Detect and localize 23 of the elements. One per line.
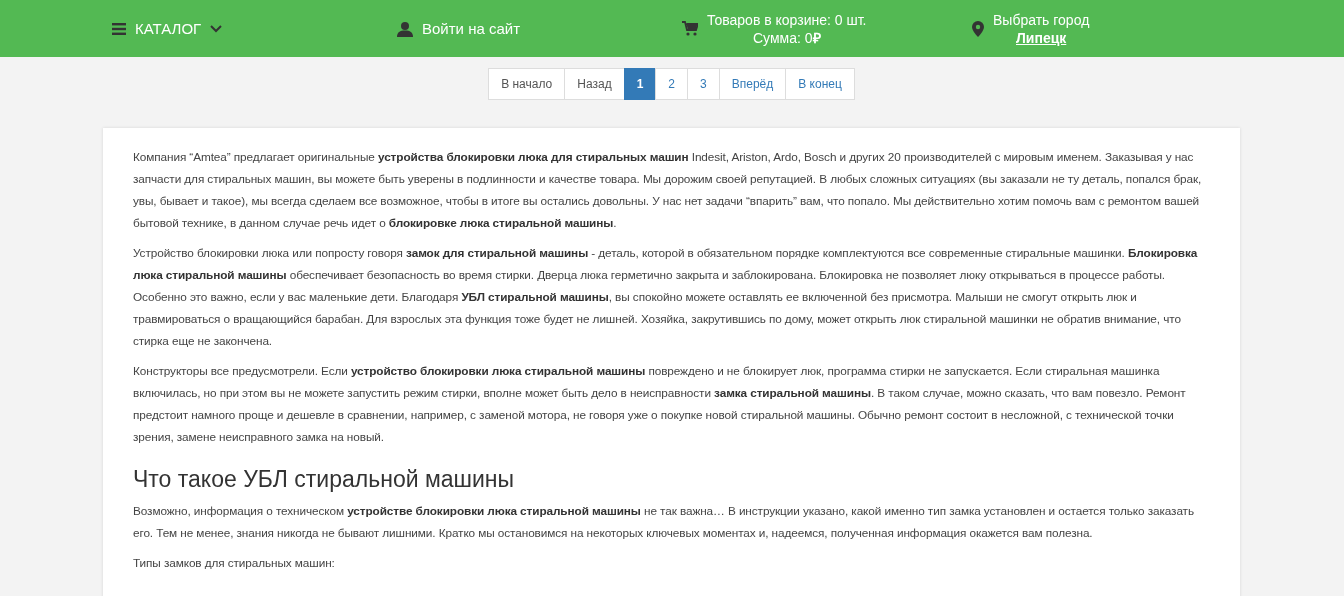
paragraph: Возможно, информация о техническом устройстве блокировки люка стиральной машины не так важна… В инструкции указано, какой именно тип замка установлен и остается только заказать его. Тем не менее, знания никогда не бывают лишними. Кратко мы остановимся на некоторых ключевых моментах и, надеемся, полученная информация окажется вам полезна.	[133, 503, 1195, 542]
pagination-link[interactable]: В начало	[488, 68, 566, 100]
pagination-link[interactable]: Вперёд	[718, 68, 787, 100]
cart-count: Товаров в корзине: 0 шт.	[707, 10, 867, 29]
menu-icon	[112, 22, 126, 35]
paragraph: Конструкторы все предусмотрели. Если устройство блокировки люка стиральной машины повреждено и не блокирует люк, программа стирки не запускается. Если стиральная машинка включилась, но при этом вы не можете запустить режим стирки, вполне может быть дело в неисправности замка стиральной машины. В таком случае, можно сказать, что вам повезло. Ремонт предстоит намного проще и дешевле в сравнении, например, с заменой мотора, не говоря уже о покупке новой стиральной машины. Обычно ремонт состоит в несложной, с технической точки зрения, замене неисправного замка на новый.	[133, 363, 1187, 446]
pagination-link[interactable]: 2	[655, 68, 689, 100]
paragraph: Компания “Amtea” предлагает оригинальные устройства блокировки люка для стиральных машин Indesit, Ariston, Ardo, Bosch и других 20 производителей с мировым именем. Заказывая у нас запчасти для стиральных машин, вы можете быть уверены в подлинности и качестве товара. Мы дорожим своей репутацией. В любых сложных ситуациях (вы заказали не ту деталь, попался брак, увы, бывает и такое), мы всегда сделаем все возможное, чтобы в итоге вы остались довольны. У нас нет задачи “впарить” вам, что попало. Мы действительно хотим помочь вам с ремонтом вашей бытовой технике, в данном случае речь идет о блокировке люка стиральной машины.	[133, 149, 1203, 232]
login-link[interactable]: Войти на сайт	[422, 20, 521, 37]
paragraph: Устройство блокировки люка или попросту говоря замок для стиральной машины - деталь, которой в обязательном порядке комплектуются все современные стиральные машинки. Блокировка люка стиральной машины обеспечивает безопасность во время стирки. Дверца люка герметично закрыта и заблокирована. Блокировка не позволяет люку открываться в процессе работы. Особенно это важно, если у вас маленькие дети. Благодаря УБЛ стиральной машины, вы спокойно можете оставлять ее включенной без присмотра. Малыши не смогут открыть люк и травмироваться о вращающийся барабан. Для взрослых эта функция тоже будет не лишней. Хозяйка, закрутившись по дому, может открыть люк стиральной машинки не обратив внимание, что стирка еще не закончена.	[133, 245, 1199, 350]
city-link[interactable]: Липецк	[1016, 28, 1067, 47]
map-pin-icon	[972, 20, 984, 37]
cart-icon	[682, 21, 698, 36]
user-icon	[397, 20, 413, 37]
city-label: Выбрать город	[993, 10, 1090, 29]
pagination-link[interactable]: Назад	[564, 68, 625, 100]
paragraph: Типы замков для стиральных машин:	[133, 555, 336, 572]
section-heading: Что такое УБЛ стиральной машины	[133, 466, 516, 492]
cart-sum: Сумма: 0₽	[752, 28, 821, 47]
pagination-link[interactable]: 3	[687, 68, 720, 100]
catalog-button[interactable]: КАТАЛОГ	[135, 20, 202, 37]
pagination-link[interactable]: В конец	[785, 68, 855, 100]
chevron-down-icon	[210, 24, 223, 33]
